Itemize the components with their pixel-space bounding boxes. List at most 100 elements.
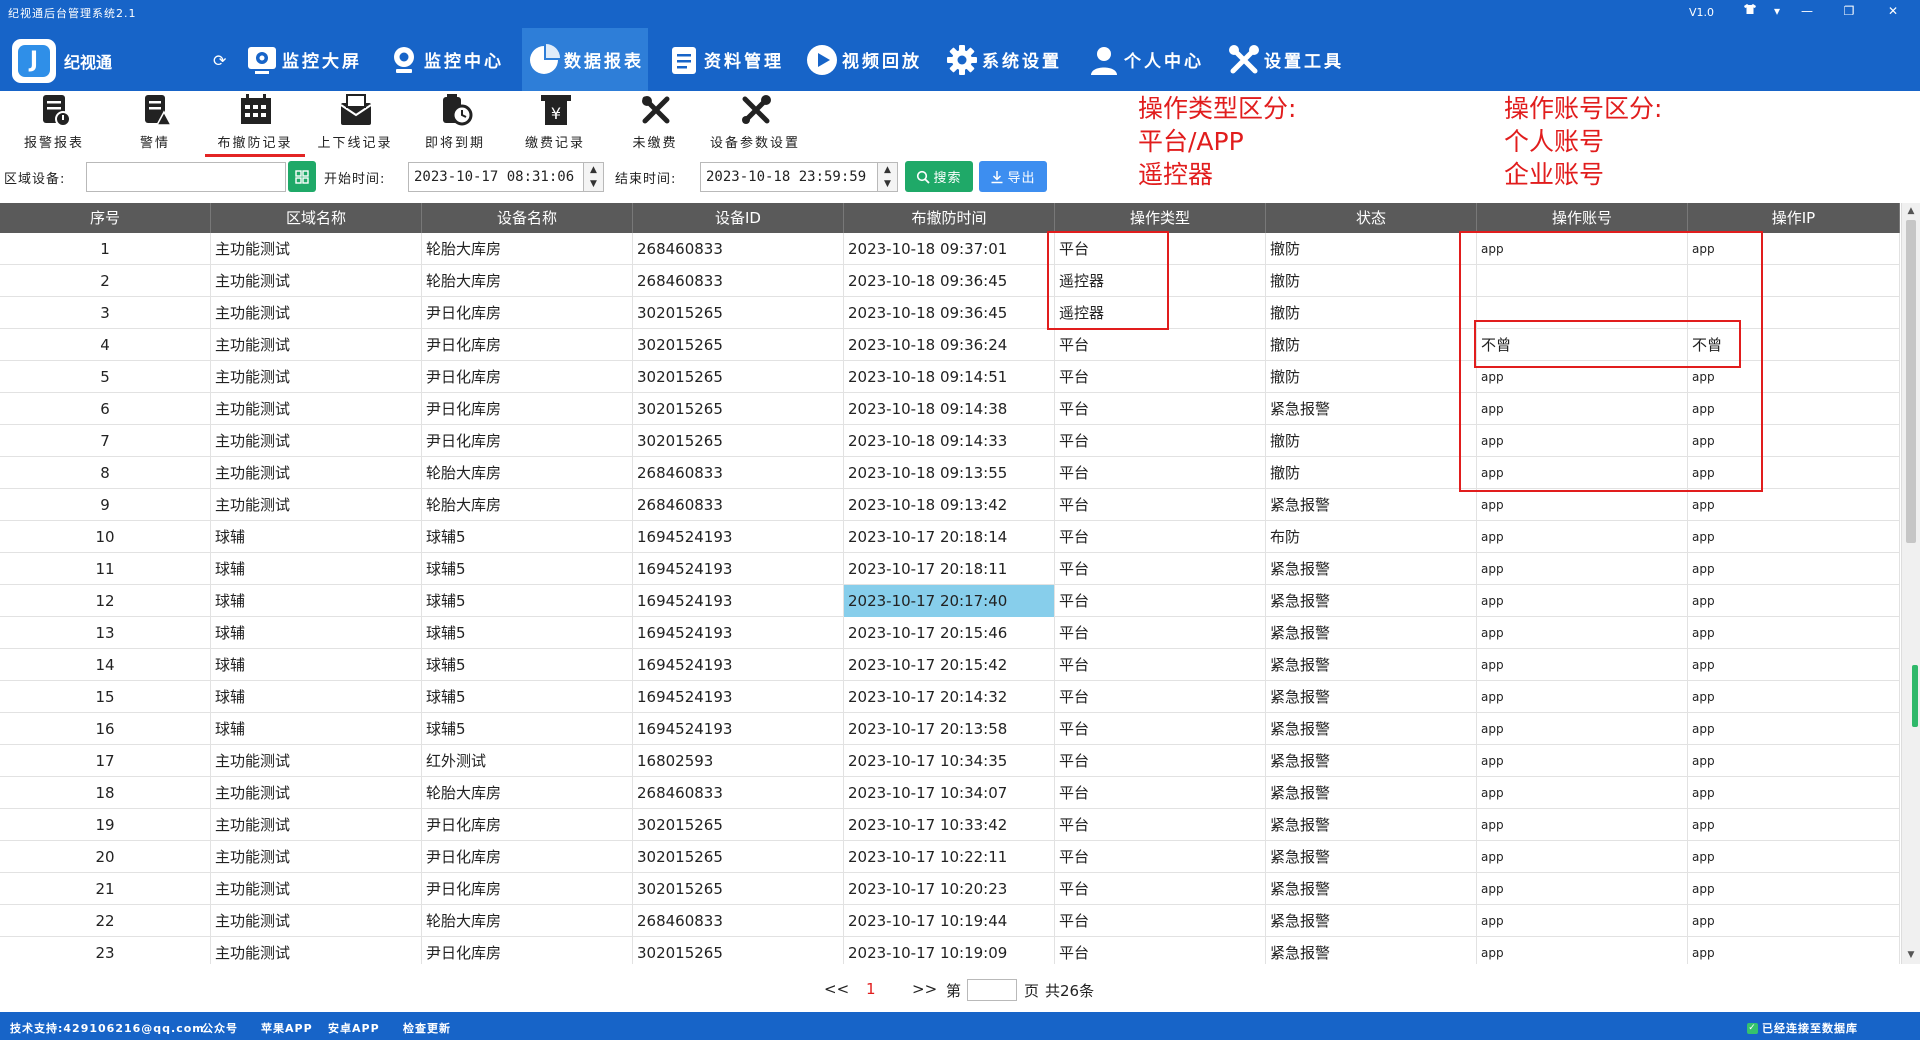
table-cell[interactable]: 2023-10-18 09:14:51 [844,361,1055,393]
table-cell[interactable]: 2023-10-18 09:36:24 [844,329,1055,361]
column-header[interactable]: 操作IP [1688,203,1900,233]
table-row[interactable]: 15 球辅 球辅5 1694524193 2023-10-17 20:14:32 平台 紧急… [0,681,1900,713]
table-cell[interactable] [1688,297,1900,329]
table-cell[interactable]: app [1477,905,1688,937]
table-cell[interactable]: 布防 [1266,521,1477,553]
ios-app-link[interactable]: 苹果APP [261,1020,313,1036]
close-icon[interactable]: ✕ [1878,0,1908,22]
nav-item-1[interactable]: 监控大屏 [240,28,366,91]
table-cell[interactable]: 主功能测试 [211,233,422,265]
table-cell[interactable]: 2023-10-17 20:17:40 [844,585,1055,617]
table-cell[interactable]: 2023-10-18 09:14:38 [844,393,1055,425]
table-cell[interactable]: 12 [0,585,211,617]
table-cell[interactable]: 平台 [1055,489,1266,521]
area-device-input[interactable] [86,162,286,192]
table-cell[interactable]: 平台 [1055,233,1266,265]
table-cell[interactable]: 球辅5 [422,553,633,585]
table-row[interactable]: 17 主功能测试 红外测试 16802593 2023-10-17 10:34:35 平台… [0,745,1900,777]
table-cell[interactable]: 平台 [1055,873,1266,905]
table-row[interactable]: 3 主功能测试 尹日化库房 302015265 2023-10-18 09:36:45 遥… [0,297,1900,329]
table-cell[interactable]: 轮胎大库房 [422,265,633,297]
table-cell[interactable]: 1694524193 [633,617,844,649]
table-cell[interactable]: 紧急报警 [1266,585,1477,617]
table-cell[interactable]: 球辅 [211,553,422,585]
table-cell[interactable]: 撤防 [1266,329,1477,361]
table-cell[interactable]: 主功能测试 [211,393,422,425]
scroll-thumb[interactable] [1906,220,1916,543]
table-cell[interactable]: 268460833 [633,233,844,265]
table-cell[interactable]: 撤防 [1266,265,1477,297]
table-cell[interactable]: 268460833 [633,457,844,489]
table-row[interactable]: 19 主功能测试 尹日化库房 302015265 2023-10-17 10:33:42… [0,809,1900,841]
table-cell[interactable]: 尹日化库房 [422,809,633,841]
table-cell[interactable]: 10 [0,521,211,553]
table-cell[interactable]: app [1688,937,1900,964]
table-cell[interactable]: 17 [0,745,211,777]
table-cell[interactable]: 紧急报警 [1266,809,1477,841]
table-cell[interactable]: 23 [0,937,211,964]
column-header[interactable]: 操作账号 [1477,203,1688,233]
table-cell[interactable]: 紧急报警 [1266,873,1477,905]
table-cell[interactable]: 轮胎大库房 [422,457,633,489]
table-row[interactable]: 21 主功能测试 尹日化库房 302015265 2023-10-17 10:20:23… [0,873,1900,905]
table-cell[interactable]: 紧急报警 [1266,713,1477,745]
table-cell[interactable]: 302015265 [633,937,844,964]
table-cell[interactable]: 2023-10-17 20:15:46 [844,617,1055,649]
table-cell[interactable]: 主功能测试 [211,777,422,809]
table-cell[interactable]: 球辅 [211,681,422,713]
table-cell[interactable]: 1694524193 [633,713,844,745]
table-row[interactable]: 5 主功能测试 尹日化库房 302015265 2023-10-18 09:14:51 平… [0,361,1900,393]
toolbar-item-3[interactable]: 布撤防记录 [205,91,305,155]
table-cell[interactable]: app [1688,617,1900,649]
table-cell[interactable]: app [1477,553,1688,585]
table-cell[interactable]: 撤防 [1266,233,1477,265]
table-cell[interactable]: 遥控器 [1055,297,1266,329]
table-cell[interactable]: 紧急报警 [1266,841,1477,873]
table-cell[interactable]: 2023-10-17 20:14:32 [844,681,1055,713]
table-cell[interactable]: 遥控器 [1055,265,1266,297]
table-row[interactable]: 9 主功能测试 轮胎大库房 268460833 2023-10-18 09:13:42 平… [0,489,1900,521]
table-cell[interactable]: 紧急报警 [1266,553,1477,585]
table-cell[interactable]: 302015265 [633,873,844,905]
table-cell[interactable]: 尹日化库房 [422,937,633,964]
table-cell[interactable]: 15 [0,681,211,713]
table-cell[interactable]: 平台 [1055,681,1266,713]
restore-icon[interactable]: ❐ [1834,0,1864,22]
table-cell[interactable]: 紧急报警 [1266,393,1477,425]
table-cell[interactable]: 球辅5 [422,617,633,649]
table-cell[interactable]: 268460833 [633,265,844,297]
table-cell[interactable]: app [1688,233,1900,265]
table-cell[interactable] [1477,297,1688,329]
column-header[interactable]: 布撤防时间 [844,203,1055,233]
table-cell[interactable]: 268460833 [633,905,844,937]
table-cell[interactable]: 2023-10-17 20:13:58 [844,713,1055,745]
table-row[interactable]: 10 球辅 球辅5 1694524193 2023-10-17 20:18:14 平台 布防… [0,521,1900,553]
table-cell[interactable]: 1 [0,233,211,265]
table-cell[interactable]: 主功能测试 [211,873,422,905]
prev-page-button[interactable]: << [824,980,849,998]
table-cell[interactable]: 主功能测试 [211,905,422,937]
table-cell[interactable]: 紧急报警 [1266,489,1477,521]
table-cell[interactable]: 19 [0,809,211,841]
table-row[interactable]: 14 球辅 球辅5 1694524193 2023-10-17 20:15:42 平台 紧急… [0,649,1900,681]
table-row[interactable]: 1 主功能测试 轮胎大库房 268460833 2023-10-18 09:37:01 平… [0,233,1900,265]
table-cell[interactable]: 3 [0,297,211,329]
table-cell[interactable]: 平台 [1055,585,1266,617]
nav-item-8[interactable]: 设置工具 [1222,28,1348,91]
table-cell[interactable]: 2 [0,265,211,297]
table-cell[interactable]: 主功能测试 [211,425,422,457]
table-cell[interactable]: 球辅5 [422,681,633,713]
table-cell[interactable]: 14 [0,649,211,681]
table-cell[interactable]: 尹日化库房 [422,329,633,361]
table-cell[interactable]: 302015265 [633,841,844,873]
table-cell[interactable]: 球辅 [211,649,422,681]
table-cell[interactable]: 平台 [1055,937,1266,964]
toolbar-item-6[interactable]: ¥ 缴费记录 [505,91,605,155]
next-page-button[interactable]: >> [912,980,937,998]
toolbar-item-2[interactable]: 警情 [105,91,205,155]
table-cell[interactable]: app [1477,873,1688,905]
table-cell[interactable]: 尹日化库房 [422,873,633,905]
table-cell[interactable]: 2023-10-17 10:19:44 [844,905,1055,937]
table-cell[interactable]: app [1477,425,1688,457]
table-cell[interactable]: 平台 [1055,553,1266,585]
